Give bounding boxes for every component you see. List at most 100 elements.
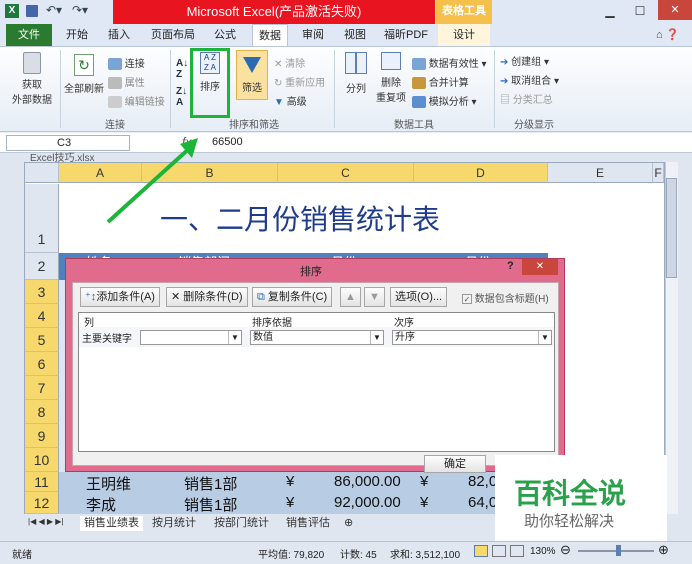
- tab-insert[interactable]: 插入: [104, 24, 134, 46]
- sort-on-select[interactable]: 数值 ▼: [250, 330, 384, 345]
- reapply-button[interactable]: ↻ 重新应用: [274, 74, 325, 89]
- cell-b11[interactable]: 销售1部: [184, 473, 237, 494]
- vertical-scroll-thumb[interactable]: [666, 178, 677, 278]
- sort-button-highlight: [190, 48, 230, 118]
- page-layout-view-icon[interactable]: [492, 545, 506, 557]
- cell-b12[interactable]: 销售1部: [184, 494, 237, 515]
- column-header-c[interactable]: C: [278, 163, 414, 183]
- sheet-tab-sales-performance[interactable]: 销售业绩表: [80, 516, 143, 531]
- tab-foxit-pdf[interactable]: 福昕PDF: [380, 24, 432, 46]
- undo-icon[interactable]: ↶▾: [46, 3, 62, 17]
- row-header-11[interactable]: 11: [25, 472, 59, 492]
- connections-button[interactable]: 连接: [108, 55, 145, 71]
- formula-input[interactable]: 66500: [212, 136, 243, 148]
- select-all-corner[interactable]: [25, 163, 59, 183]
- delete-level-button[interactable]: ✕ 删除条件(D): [166, 287, 248, 307]
- move-up-button[interactable]: ▲: [340, 287, 361, 307]
- cell-c11-currency[interactable]: ¥: [286, 473, 294, 490]
- tab-view[interactable]: 视图: [340, 24, 370, 46]
- cell-c11[interactable]: 86,000.00: [334, 473, 401, 490]
- ok-button[interactable]: 确定: [424, 455, 486, 473]
- minimize-button[interactable]: ▁: [598, 2, 622, 20]
- what-if-analysis-button[interactable]: 模拟分析 ▾: [412, 93, 477, 109]
- help-icon[interactable]: ⌂ ❓: [656, 28, 679, 41]
- status-count: 计数: 45: [340, 550, 377, 561]
- cell-c12-currency[interactable]: ¥: [286, 494, 294, 511]
- clear-filter-button[interactable]: ✕ 清除: [274, 55, 305, 70]
- save-icon[interactable]: [26, 5, 38, 17]
- watermark-title: 百科全说: [514, 477, 627, 510]
- page-break-view-icon[interactable]: [510, 545, 524, 557]
- add-level-button[interactable]: ⁺↕添加条件(A): [80, 287, 160, 307]
- row-header-8[interactable]: 8: [25, 400, 59, 424]
- order-select[interactable]: 升序 ▼: [392, 330, 552, 345]
- refresh-all-button[interactable]: ↻ 全部刷新: [64, 54, 104, 106]
- cell-c12[interactable]: 92,000.00: [334, 494, 401, 511]
- row-header-10[interactable]: 10: [25, 448, 59, 472]
- options-button[interactable]: 选项(O)...: [390, 287, 448, 307]
- edit-links-button[interactable]: 编辑链接: [108, 93, 165, 109]
- normal-view-icon[interactable]: [474, 545, 488, 557]
- reapply-icon: ↻: [274, 78, 283, 89]
- cell-d12[interactable]: 64,0: [468, 494, 497, 511]
- tab-file[interactable]: 文件: [6, 24, 52, 46]
- data-validation-button[interactable]: 数据有效性 ▾: [412, 55, 487, 71]
- column-header-f[interactable]: F: [653, 163, 664, 183]
- row-header-3[interactable]: 3: [25, 280, 59, 304]
- text-to-columns-button[interactable]: 分列: [340, 52, 372, 102]
- group-button[interactable]: ➔ 创建组 ▾: [500, 53, 549, 68]
- tab-page-layout[interactable]: 页面布局: [148, 24, 198, 46]
- cell-a11[interactable]: 王明维: [86, 473, 131, 494]
- row-header-7[interactable]: 7: [25, 376, 59, 400]
- connections-group-label: 连接: [105, 120, 125, 131]
- tab-formulas[interactable]: 公式: [210, 24, 240, 46]
- close-window-button[interactable]: ✕: [658, 0, 692, 20]
- move-down-button[interactable]: ▼: [364, 287, 385, 307]
- dropdown-arrow-icon: ▼: [370, 331, 383, 344]
- row-header-12[interactable]: 12: [25, 492, 59, 514]
- column-select[interactable]: ▼: [140, 330, 242, 345]
- sheet-tab-by-month[interactable]: 按月统计: [152, 516, 196, 531]
- maximize-button[interactable]: ☐: [628, 2, 652, 20]
- tab-review[interactable]: 审阅: [298, 24, 328, 46]
- advanced-filter-button[interactable]: ▼ 高级: [274, 93, 307, 108]
- has-headers-checkbox[interactable]: ✓ 数据包含标题(H): [462, 290, 549, 305]
- sheet-tab-by-department[interactable]: 按部门统计: [214, 516, 269, 531]
- what-if-icon: [412, 96, 426, 109]
- zoom-in-button[interactable]: ⊕: [658, 542, 669, 558]
- sort-za-icon[interactable]: Z↓ A: [176, 86, 187, 108]
- filter-button[interactable]: 筛选: [236, 50, 268, 100]
- tab-home[interactable]: 开始: [62, 24, 92, 46]
- properties-button[interactable]: 属性: [108, 74, 145, 90]
- sort-az-icon[interactable]: A↓ Z: [176, 58, 188, 80]
- zoom-out-button[interactable]: ⊖: [560, 542, 571, 558]
- row-header-4[interactable]: 4: [25, 304, 59, 328]
- copy-level-button[interactable]: ⧉ 复制条件(C): [252, 287, 333, 307]
- ungroup-button[interactable]: ➔ 取消组合 ▾: [500, 72, 559, 87]
- remove-duplicates-button[interactable]: 删除 重复项: [374, 52, 408, 108]
- row-header-9[interactable]: 9: [25, 424, 59, 448]
- column-header-d[interactable]: D: [414, 163, 548, 183]
- cell-d11-currency[interactable]: ¥: [420, 473, 428, 490]
- dialog-help-button[interactable]: ?: [507, 260, 514, 272]
- tab-data[interactable]: 数据: [252, 24, 288, 46]
- row-header-5[interactable]: 5: [25, 328, 59, 352]
- column-header-e[interactable]: E: [548, 163, 653, 183]
- cell-a12[interactable]: 李成: [86, 494, 116, 515]
- redo-icon[interactable]: ↷▾: [72, 3, 88, 17]
- tab-design[interactable]: 设计: [438, 24, 490, 46]
- sheet-tab-sales-evaluation[interactable]: 销售评估: [286, 516, 330, 531]
- get-external-data-button[interactable]: 获取 外部数据: [6, 52, 58, 108]
- status-mode: 就绪: [12, 550, 32, 561]
- row-header-2[interactable]: 2: [25, 253, 59, 280]
- row-header-1[interactable]: 1: [25, 184, 59, 253]
- sheet-nav-arrows[interactable]: |◀ ◀ ▶ ▶|: [28, 517, 63, 526]
- zoom-slider-thumb[interactable]: [616, 545, 621, 556]
- subtotal-button[interactable]: ▤ 分类汇总: [500, 91, 553, 106]
- cell-d12-currency[interactable]: ¥: [420, 494, 428, 511]
- new-sheet-icon[interactable]: ⊕: [344, 516, 353, 531]
- consolidate-button[interactable]: 合并计算: [412, 74, 469, 90]
- dialog-close-button[interactable]: ✕: [522, 259, 558, 275]
- zoom-level[interactable]: 130%: [530, 546, 556, 557]
- row-header-6[interactable]: 6: [25, 352, 59, 376]
